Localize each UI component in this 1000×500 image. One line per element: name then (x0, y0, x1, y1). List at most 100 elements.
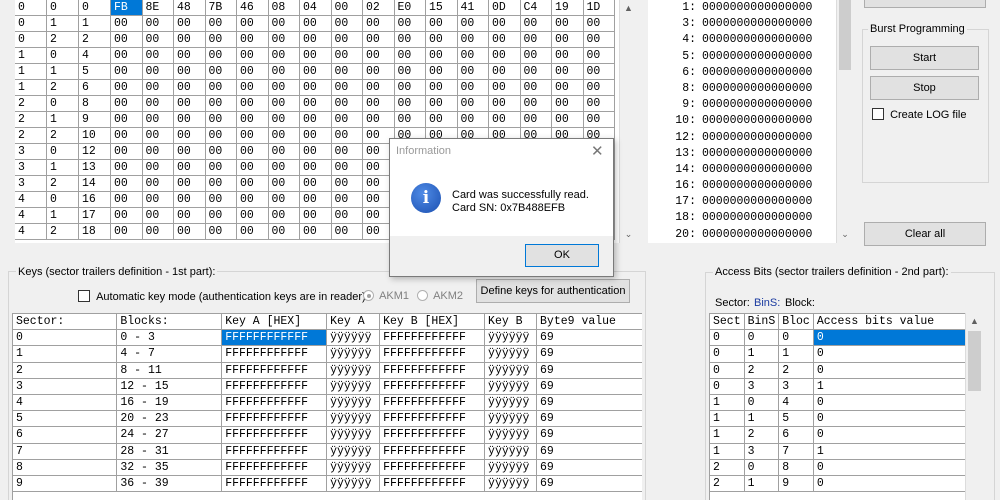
grid-byte-cell[interactable]: 00 (111, 16, 143, 32)
scroll-thumb[interactable] (968, 331, 981, 391)
grid-byte-cell[interactable]: 00 (583, 80, 615, 96)
grid-blockno-cell[interactable]: 0 (79, 0, 111, 16)
grid-sector-cell[interactable]: 1 (15, 80, 47, 96)
grid-byte-cell[interactable]: 00 (520, 64, 552, 80)
keys-header-cell[interactable]: Byte9 value (536, 313, 642, 331)
grid-byte-cell[interactable]: 00 (300, 224, 332, 240)
grid-byte-cell[interactable]: 00 (174, 224, 206, 240)
scroll-down-icon[interactable]: ⌄ (620, 226, 637, 243)
keys-cell[interactable]: 16 - 19 (116, 394, 223, 412)
grid-byte-cell[interactable]: 00 (174, 144, 206, 160)
grid-byte-cell[interactable]: 00 (363, 16, 395, 32)
keys-cell[interactable]: FFFFFFFFFFFF (221, 378, 328, 395)
grid-byte-cell[interactable]: 00 (111, 192, 143, 208)
scroll-thumb[interactable] (839, 0, 851, 70)
access-cell[interactable]: 0 (813, 475, 965, 493)
keys-cell[interactable]: ÿÿÿÿÿÿ (326, 394, 381, 412)
keys-cell[interactable]: FFFFFFFFFFFF (379, 378, 486, 395)
keys-cell[interactable]: 0 - 3 (116, 329, 223, 347)
grid-blockno-cell[interactable]: 10 (79, 128, 111, 144)
access-table-row[interactable]: 0000 (710, 329, 965, 347)
keys-cell[interactable]: FFFFFFFFFFFF (379, 459, 486, 476)
grid-byte-cell[interactable]: 00 (142, 96, 174, 112)
grid-block-cell[interactable]: 2 (47, 80, 79, 96)
grid-byte-cell[interactable]: 00 (331, 112, 363, 128)
keys-table-row[interactable]: 7 28 - 31 FFFFFFFFFFFF ÿÿÿÿÿÿ FFFFFFFFFFFF ÿÿ… (13, 443, 642, 460)
grid-sector-cell[interactable]: 3 (15, 160, 47, 176)
grid-byte-cell[interactable]: 00 (300, 128, 332, 144)
keys-cell[interactable]: 6 (13, 426, 118, 444)
keys-table-row[interactable]: 9 36 - 39 FFFFFFFFFFFF ÿÿÿÿÿÿ FFFFFFFFFFFF ÿÿ… (13, 475, 642, 493)
access-header-cell[interactable]: Access bits value (813, 313, 965, 331)
grid-byte-cell[interactable]: 00 (205, 144, 237, 160)
grid-byte-cell[interactable]: 00 (142, 192, 174, 208)
grid-byte-cell[interactable]: 00 (300, 32, 332, 48)
grid-sector-cell[interactable]: 0 (15, 32, 47, 48)
access-cell[interactable]: 0 (813, 345, 965, 363)
keys-cell[interactable]: FFFFFFFFFFFF (379, 426, 486, 444)
keys-cell[interactable]: 69 (536, 394, 642, 412)
keys-cell[interactable]: ÿÿÿÿÿÿ (326, 459, 381, 476)
bits-row[interactable]: 14: 0000000000000000 (648, 162, 836, 178)
access-table-row[interactable]: 2080 (710, 459, 965, 476)
grid-byte-cell[interactable]: 00 (300, 48, 332, 64)
grid-block-cell[interactable]: 2 (47, 32, 79, 48)
bits-row[interactable]: 4: 0000000000000000 (648, 32, 836, 48)
grid-sector-cell[interactable]: 0 (15, 0, 47, 16)
grid-byte-cell[interactable]: 00 (552, 48, 584, 64)
clear-all-button[interactable]: Clear all (864, 222, 986, 246)
grid-byte-cell[interactable]: 00 (457, 48, 489, 64)
grid-byte-cell[interactable]: 00 (174, 48, 206, 64)
access-cell[interactable]: 1 (744, 410, 780, 428)
grid-byte-cell[interactable]: 00 (489, 80, 521, 96)
create-log-checkbox[interactable]: Create LOG file (872, 108, 966, 121)
grid-block-cell[interactable]: 2 (47, 128, 79, 144)
grid-byte-cell[interactable]: 00 (457, 96, 489, 112)
grid-byte-cell[interactable]: 00 (331, 0, 363, 16)
grid-byte-cell[interactable]: 00 (520, 16, 552, 32)
grid-byte-cell[interactable]: E0 (394, 0, 426, 16)
keys-header-cell[interactable]: Sector: (13, 313, 118, 331)
grid-byte-cell[interactable]: 00 (489, 48, 521, 64)
keys-cell[interactable]: FFFFFFFFFFFF (379, 345, 486, 363)
grid-blockno-cell[interactable]: 9 (79, 112, 111, 128)
keys-cell[interactable]: ÿÿÿÿÿÿ (484, 426, 538, 444)
grid-byte-cell[interactable]: 00 (268, 112, 300, 128)
grid-sector-cell[interactable]: 4 (15, 224, 47, 240)
keys-cell[interactable]: 69 (536, 345, 642, 363)
grid-byte-cell[interactable]: 00 (237, 64, 269, 80)
grid-byte-cell[interactable]: 00 (111, 64, 143, 80)
grid-byte-cell[interactable]: 00 (237, 80, 269, 96)
keys-header-cell[interactable]: Key A [HEX] (221, 313, 328, 331)
grid-byte-cell[interactable]: 00 (331, 48, 363, 64)
grid-byte-cell[interactable]: 00 (489, 112, 521, 128)
grid-byte-cell[interactable]: 00 (426, 112, 458, 128)
keys-cell[interactable]: 69 (536, 329, 642, 347)
grid-byte-cell[interactable]: 00 (142, 16, 174, 32)
grid-block-cell[interactable]: 2 (47, 176, 79, 192)
bits-row[interactable]: 10: 0000000000000000 (648, 113, 836, 129)
grid-byte-cell[interactable]: 00 (237, 160, 269, 176)
grid-byte-cell[interactable]: 00 (174, 80, 206, 96)
grid-byte-cell[interactable]: 00 (520, 112, 552, 128)
grid-byte-cell[interactable]: 00 (237, 176, 269, 192)
grid-blockno-cell[interactable]: 16 (79, 192, 111, 208)
grid-byte-cell[interactable]: 0D (489, 0, 521, 16)
access-cell[interactable]: 0 (813, 459, 965, 476)
access-table-row[interactable]: 0220 (710, 362, 965, 379)
grid-byte-cell[interactable]: 00 (394, 16, 426, 32)
grid-byte-cell[interactable]: 8E (142, 0, 174, 16)
grid-byte-cell[interactable]: 46 (237, 0, 269, 16)
grid-byte-cell[interactable]: 00 (142, 176, 174, 192)
grid-byte-cell[interactable]: 00 (331, 144, 363, 160)
bits-row[interactable]: 17: 0000000000000000 (648, 194, 836, 210)
grid-byte-cell[interactable]: 00 (205, 128, 237, 144)
grid-byte-cell[interactable]: 00 (111, 224, 143, 240)
grid-byte-cell[interactable]: 00 (300, 64, 332, 80)
access-cell[interactable]: 1 (744, 345, 780, 363)
access-cell[interactable]: 2 (744, 362, 780, 379)
keys-table-row[interactable]: 6 24 - 27 FFFFFFFFFFFF ÿÿÿÿÿÿ FFFFFFFFFFFF ÿÿ… (13, 426, 642, 444)
access-cell[interactable]: 4 (778, 394, 814, 412)
grid-byte-cell[interactable]: 00 (111, 128, 143, 144)
grid-byte-cell[interactable]: 00 (394, 48, 426, 64)
